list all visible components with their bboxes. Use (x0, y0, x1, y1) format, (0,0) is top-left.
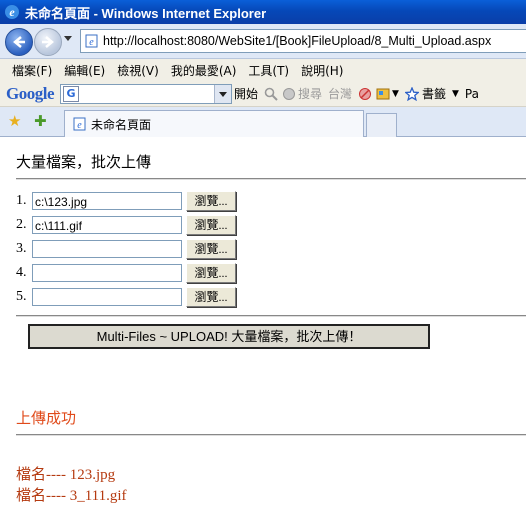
tab-active[interactable]: e 未命名頁面 (64, 110, 364, 137)
svg-text:e: e (77, 120, 82, 131)
file-input-3[interactable] (32, 240, 182, 258)
google-start-button[interactable]: 開始 (234, 85, 258, 102)
favorites-star-icon[interactable]: ★ (8, 114, 21, 129)
divider-bottom (16, 434, 526, 436)
google-toolbar: Google G 開始 搜尋 台灣 ▼ 書籤 ▼ Pa (0, 81, 526, 107)
address-bar[interactable]: e http://localhost:8080/WebSite1/[Book]F… (80, 29, 526, 53)
google-search-button[interactable]: 搜尋 (298, 85, 322, 102)
google-region-label: 台灣 (328, 87, 353, 101)
divider-top (16, 178, 526, 180)
file-row: 1. c:\123.jpg 瀏覽... (16, 190, 236, 212)
back-button[interactable] (5, 28, 33, 56)
ie-icon: e (5, 5, 19, 19)
browse-button-1[interactable]: 瀏覽... (186, 191, 236, 211)
add-favorites-icon[interactable]: ✚ (34, 114, 47, 129)
file-row-number: 5. (16, 289, 27, 304)
recent-pages-dropdown-icon[interactable] (64, 36, 72, 41)
file-input-2[interactable]: c:\111.gif (32, 216, 182, 234)
google-dropdown-icon[interactable] (214, 85, 231, 103)
bookmarks-star-icon[interactable] (404, 86, 419, 101)
file-row-number: 3. (16, 241, 27, 256)
menu-edit[interactable]: 編輯(E) (64, 62, 105, 79)
magnifier-icon[interactable] (264, 87, 278, 101)
file-row-number: 2. (16, 217, 27, 232)
browse-button-2[interactable]: 瀏覽... (186, 215, 236, 235)
file-input-5[interactable] (32, 288, 182, 306)
svg-text:e: e (9, 5, 15, 19)
globe-icon (283, 87, 296, 100)
address-toolbar: e http://localhost:8080/WebSite1/[Book]F… (0, 24, 526, 59)
menu-bar: 檔案(F) 編輯(E) 檢視(V) 我的最愛(A) 工具(T) 說明(H) (0, 59, 526, 81)
window-title: 未命名頁面 - Windows Internet Explorer (25, 5, 267, 21)
file-row: 4. 瀏覽... (16, 262, 236, 284)
upload-status: 上傳成功 (16, 409, 77, 427)
menu-view[interactable]: 檢視(V) (117, 62, 159, 79)
popup-blocker-icon[interactable] (358, 87, 372, 101)
google-search-box[interactable]: G (60, 84, 232, 104)
bookmarks-dropdown-icon[interactable]: ▼ (452, 89, 459, 99)
file-row-number: 1. (16, 193, 27, 208)
browse-button-5[interactable]: 瀏覽... (186, 287, 236, 307)
file-row: 3. 瀏覽... (16, 238, 236, 260)
page-heading: 大量檔案，批次上傳 (16, 153, 152, 171)
file-input-1[interactable]: c:\123.jpg (32, 192, 182, 210)
file-row: 2. c:\111.gif 瀏覽... (16, 214, 236, 236)
svg-text:e: e (89, 37, 94, 48)
menu-tools[interactable]: 工具(T) (248, 62, 289, 79)
menu-help[interactable]: 說明(H) (301, 62, 343, 79)
toolbar-overflow-label[interactable]: Pa (465, 87, 479, 101)
upload-button[interactable]: Multi-Files ~ UPLOAD! 大量檔案，批次上傳！ (28, 324, 430, 349)
google-g-icon: G (63, 86, 79, 102)
window-titlebar: e 未命名頁面 - Windows Internet Explorer (0, 0, 526, 24)
browse-button-3[interactable]: 瀏覽... (186, 239, 236, 259)
file-row: 5. 瀏覽... (16, 286, 236, 308)
menu-favorites[interactable]: 我的最愛(A) (171, 62, 237, 79)
tab-page-icon: e (73, 117, 86, 131)
browse-button-4[interactable]: 瀏覽... (186, 263, 236, 283)
page-content: 大量檔案，批次上傳 1. c:\123.jpg 瀏覽... 2. c:\111.… (0, 137, 526, 507)
result-line: 檔名---- 3_111.gif (16, 488, 127, 504)
tab-bar: ★ ✚ e 未命名頁面 (0, 107, 526, 137)
divider-middle (16, 315, 526, 317)
bookmarks-button[interactable]: 書籤 (422, 85, 446, 102)
new-tab-button[interactable] (366, 113, 397, 137)
forward-button[interactable] (34, 28, 62, 56)
page-icon: e (85, 34, 98, 48)
tab-title: 未命名頁面 (91, 117, 152, 132)
back-arrow-icon (13, 36, 25, 48)
result-line: 檔名---- 123.jpg (16, 467, 116, 483)
file-row-number: 4. (16, 265, 27, 280)
google-tools: 開始 搜尋 台灣 ▼ 書籤 ▼ Pa (234, 85, 485, 102)
options-icon[interactable] (376, 87, 390, 101)
options-dropdown-icon[interactable]: ▼ (392, 89, 399, 99)
file-input-4[interactable] (32, 264, 182, 282)
google-logo: Google (6, 83, 55, 103)
forward-arrow-icon (42, 36, 54, 48)
address-url[interactable]: http://localhost:8080/WebSite1/[Book]Fil… (103, 34, 491, 48)
menu-file[interactable]: 檔案(F) (12, 62, 52, 79)
